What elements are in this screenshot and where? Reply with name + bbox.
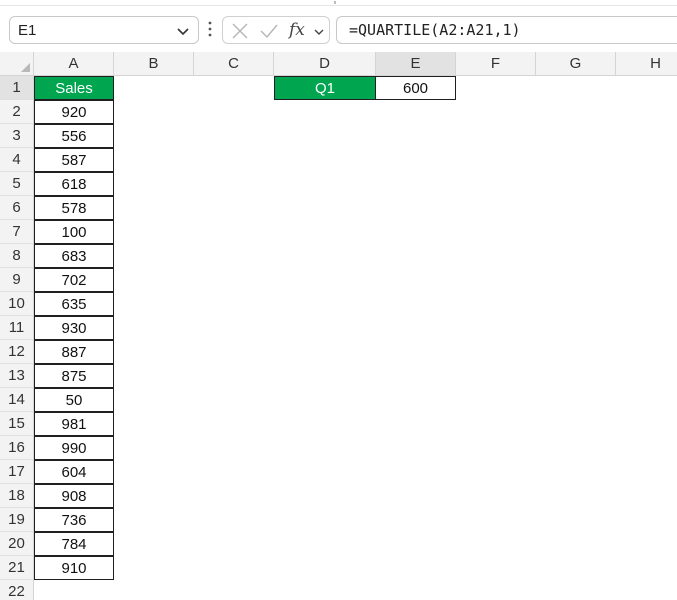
row-header[interactable]: 5 [0,172,34,196]
column-header-e[interactable]: E [376,52,456,76]
formula-input[interactable]: =QUARTILE(A2:A21,1) [336,16,677,44]
chevron-down-icon[interactable] [176,24,190,42]
sales-cell[interactable]: 990 [34,436,114,460]
title-strip [0,0,677,6]
formula-text: =QUARTILE(A2:A21,1) [349,21,521,39]
sales-cell[interactable]: 887 [34,340,114,364]
sales-cell[interactable]: 100 [34,220,114,244]
column-header-c[interactable]: C [194,52,274,76]
sales-cell[interactable]: 875 [34,364,114,388]
row-header[interactable]: 11 [0,316,34,340]
sales-cell[interactable]: 920 [34,100,114,124]
column-header-a[interactable]: A [34,52,114,76]
name-box-value: E1 [18,21,37,39]
sales-cell[interactable]: 604 [34,460,114,484]
sales-header-cell[interactable]: Sales [34,76,114,100]
select-all-corner[interactable] [0,52,34,76]
column-header-d[interactable]: D [274,52,376,76]
row-header[interactable]: 19 [0,508,34,532]
row-header[interactable]: 3 [0,124,34,148]
sales-cell[interactable]: 556 [34,124,114,148]
row-header[interactable]: 18 [0,484,34,508]
cancel-icon[interactable] [231,22,249,45]
formula-controls: fx [222,16,330,44]
sales-cell[interactable]: 618 [34,172,114,196]
resize-caret [334,1,336,4]
row-header[interactable]: 14 [0,388,34,412]
column-header-h[interactable]: H [616,52,677,76]
row-header[interactable]: 22 [0,580,34,600]
q1-value-cell[interactable]: 600 [375,76,456,100]
row-header[interactable]: 6 [0,196,34,220]
row-header[interactable]: 7 [0,220,34,244]
q1-label-cell[interactable]: Q1 [274,76,376,100]
row-header[interactable]: 15 [0,412,34,436]
chevron-down-icon[interactable] [313,25,325,43]
column-header-g[interactable]: G [536,52,616,76]
column-header-b[interactable]: B [114,52,194,76]
sales-cell[interactable]: 981 [34,412,114,436]
sales-cell[interactable]: 910 [34,556,114,580]
sales-cell[interactable]: 702 [34,268,114,292]
row-header[interactable]: 16 [0,436,34,460]
row-header[interactable]: 8 [0,244,34,268]
row-header[interactable]: 20 [0,532,34,556]
row-header[interactable]: 9 [0,268,34,292]
row-header[interactable]: 4 [0,148,34,172]
sales-cell[interactable]: 784 [34,532,114,556]
sales-cell[interactable]: 635 [34,292,114,316]
row-header[interactable]: 21 [0,556,34,580]
more-options-icon[interactable] [207,20,213,38]
sales-cell[interactable]: 736 [34,508,114,532]
sales-cell[interactable]: 578 [34,196,114,220]
insert-function-icon[interactable]: fx [289,20,305,40]
row-header[interactable]: 1 [0,76,34,100]
row-header[interactable]: 17 [0,460,34,484]
spreadsheet-grid: A B C D E F G H 1 2 3 4 5 6 7 8 9 10 11 … [0,52,677,600]
row-header[interactable]: 2 [0,100,34,124]
enter-check-icon[interactable] [259,22,279,45]
sales-cell[interactable]: 908 [34,484,114,508]
sales-cell[interactable]: 50 [34,388,114,412]
column-header-f[interactable]: F [456,52,536,76]
row-header[interactable]: 10 [0,292,34,316]
sales-cell[interactable]: 587 [34,148,114,172]
row-header[interactable]: 12 [0,340,34,364]
sales-cell[interactable]: 930 [34,316,114,340]
name-box[interactable]: E1 [9,16,199,44]
sales-cell[interactable]: 683 [34,244,114,268]
row-header[interactable]: 13 [0,364,34,388]
